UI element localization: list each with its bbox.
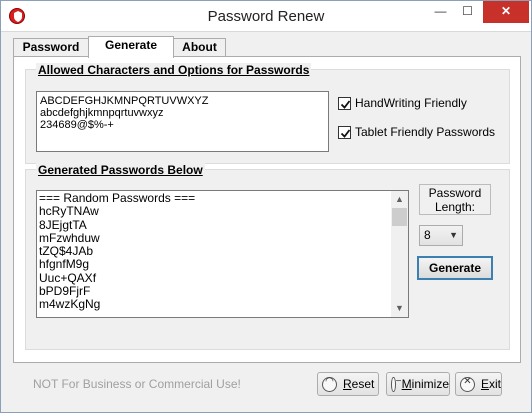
minimize-window-button[interactable]: — (427, 1, 454, 23)
close-window-button[interactable]: ✕ (483, 1, 529, 23)
handwriting-checkbox[interactable] (338, 96, 351, 110)
password-length-value: 8 (424, 228, 431, 242)
minimize-label: Minimize (401, 377, 449, 391)
exit-label: Exit (480, 377, 501, 391)
exit-icon: ✕ (460, 376, 475, 392)
list-item: tZQ$4JAb (39, 244, 94, 259)
generated-group-title: Generated Passwords Below (36, 163, 205, 177)
allowed-digits-symbols: 234689@$%-+ (40, 119, 114, 131)
tab-generate[interactable]: Generate (88, 36, 174, 58)
generated-group: Generated Passwords Below === Random Pas… (25, 163, 510, 350)
allowed-characters-field[interactable]: ABCDEFGHJKMNPQRTUVWXYZ abcdefghjkmnpqrtu… (36, 91, 329, 152)
exit-button[interactable]: ✕ Exit (455, 372, 502, 396)
list-item: mFzwhduw (39, 230, 100, 245)
handwriting-label: HandWriting Friendly (355, 96, 467, 110)
list-item: bPD9FjrF (39, 284, 91, 299)
maximize-window-button[interactable]: ☐ (454, 1, 481, 23)
reset-button[interactable]: ◠ Reset (317, 372, 379, 396)
generate-panel: Allowed Characters and Options for Passw… (13, 56, 521, 363)
scroll-thumb[interactable] (392, 208, 407, 226)
chevron-down-icon: ▼ (449, 230, 458, 240)
tablet-checkbox[interactable] (338, 125, 351, 139)
tablet-option[interactable]: Tablet Friendly Passwords (338, 124, 495, 140)
password-length-label: Password Length: (419, 184, 491, 215)
list-item: m4wzKgNg (39, 297, 101, 312)
vertical-scrollbar[interactable]: ▲ ▼ (391, 191, 408, 317)
allowed-lowercase: abcdefghjkmnpqrtuvwxyz (40, 107, 164, 119)
title-bar[interactable]: Password Renew — ☐ ✕ (1, 1, 531, 32)
list-item: 8JEjgtTA (39, 217, 87, 232)
allowed-uppercase: ABCDEFGHJKMNPQRTUVWXYZ (40, 95, 209, 107)
list-item: === Random Passwords === (39, 191, 196, 205)
list-item: hcRyTNAw (39, 204, 99, 219)
tablet-label: Tablet Friendly Passwords (355, 125, 496, 139)
scroll-down-icon[interactable]: ▼ (391, 300, 408, 317)
password-length-select[interactable]: 8 ▼ (419, 225, 463, 246)
tab-about[interactable]: About (173, 38, 226, 57)
options-group: Allowed Characters and Options for Passw… (25, 63, 510, 164)
handwriting-option[interactable]: HandWriting Friendly (338, 95, 467, 111)
list-item: hfgnfM9g (39, 257, 90, 272)
generate-button[interactable]: Generate (417, 256, 493, 280)
generated-passwords-list[interactable]: === Random Passwords === hcRyTNAw 8JEjgt… (36, 190, 409, 318)
app-window: Password Renew — ☐ ✕ Password Generate A… (0, 0, 532, 413)
list-item: Uuc+QAXf (39, 270, 97, 285)
minimize-button[interactable]: − Minimize (386, 372, 450, 396)
minimize-icon: − (391, 376, 401, 392)
license-note: NOT For Business or Commercial Use! (33, 377, 241, 391)
options-group-title: Allowed Characters and Options for Passw… (36, 63, 312, 77)
scroll-up-icon[interactable]: ▲ (391, 191, 408, 208)
reset-label: Reset (343, 377, 375, 391)
reset-icon: ◠ (322, 376, 337, 392)
tab-password[interactable]: Password (13, 38, 89, 57)
